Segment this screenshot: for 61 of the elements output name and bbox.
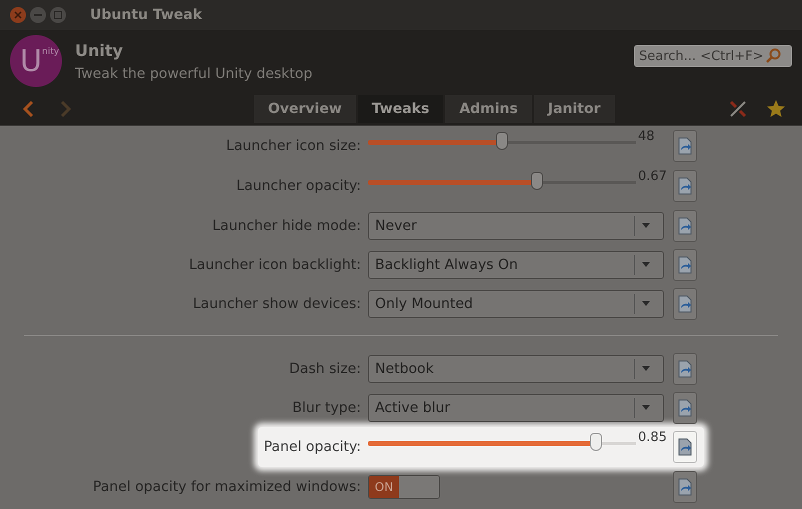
tab[interactable]: Tweaks [358,94,444,122]
slider-value: 0.85 [638,430,667,445]
revert-icon [677,478,693,496]
tools-icon [728,98,748,118]
close-icon [14,11,22,19]
setting-label: Blur type: [291,400,361,416]
reset-button[interactable] [673,470,697,502]
reset-button[interactable] [673,431,697,463]
slider-thumb[interactable] [530,172,543,190]
dropdown[interactable]: Only Mounted [368,290,664,318]
setting-label: Launcher icon size: [225,138,361,154]
maximize-icon [54,11,62,19]
reset-button[interactable] [673,210,697,242]
minimize-button[interactable] [30,7,46,23]
close-button[interactable] [10,7,26,23]
dropdown-arrow-icon [642,223,650,228]
setting-label: Panel opacity: [262,439,361,455]
reset-button[interactable] [673,248,697,280]
reset-button[interactable] [673,392,697,424]
slider-value: 48 [638,129,655,144]
dropdown[interactable]: Active blur [368,394,664,422]
search-field[interactable]: Search... <Ctrl+F> [634,45,792,67]
setting-label: Launcher icon backlight: [188,256,361,272]
reset-button[interactable] [673,170,697,202]
maximize-button[interactable] [50,7,66,23]
revert-icon [677,177,693,195]
dropdown-arrow-icon [642,366,650,371]
revert-icon [677,438,693,456]
setting-label: Launcher show devices: [192,296,361,312]
setting-label: Launcher hide mode: [211,218,361,234]
star-icon [766,98,786,118]
revert-icon [677,398,693,416]
section-subtitle: Tweak the powerful Unity desktop [75,66,314,82]
revert-icon [677,137,693,155]
tab[interactable]: Janitor [534,94,614,122]
tab[interactable]: Admins [445,94,532,122]
dropdown-arrow-icon [642,301,650,306]
slider-thumb[interactable] [590,433,602,451]
setting-label: Dash size: [288,360,361,376]
dropdown-arrow-icon [642,262,650,267]
revert-icon [677,256,693,274]
reset-button[interactable] [673,130,697,162]
reset-button[interactable] [673,352,697,384]
minimize-icon [34,14,42,16]
reset-button[interactable] [673,288,697,320]
toggle-switch[interactable]: ON [368,474,440,498]
slider-value: 0.67 [638,169,667,184]
revert-icon [677,360,693,378]
revert-icon [677,216,693,234]
slider-thumb[interactable] [496,132,508,150]
setting-label: Panel opacity for maximized windows: [92,478,361,494]
dropdown-arrow-icon [642,405,650,410]
window-title: Ubuntu Tweak [90,7,202,23]
search-icon [765,48,781,64]
dropdown[interactable]: Backlight Always On [368,250,664,278]
revert-icon [677,294,693,312]
setting-label: Launcher opacity: [235,178,361,194]
dropdown[interactable]: Netbook [368,354,664,382]
dropdown[interactable]: Never [368,212,664,240]
tab[interactable]: Overview [254,94,356,122]
section-title: Unity [75,40,124,60]
